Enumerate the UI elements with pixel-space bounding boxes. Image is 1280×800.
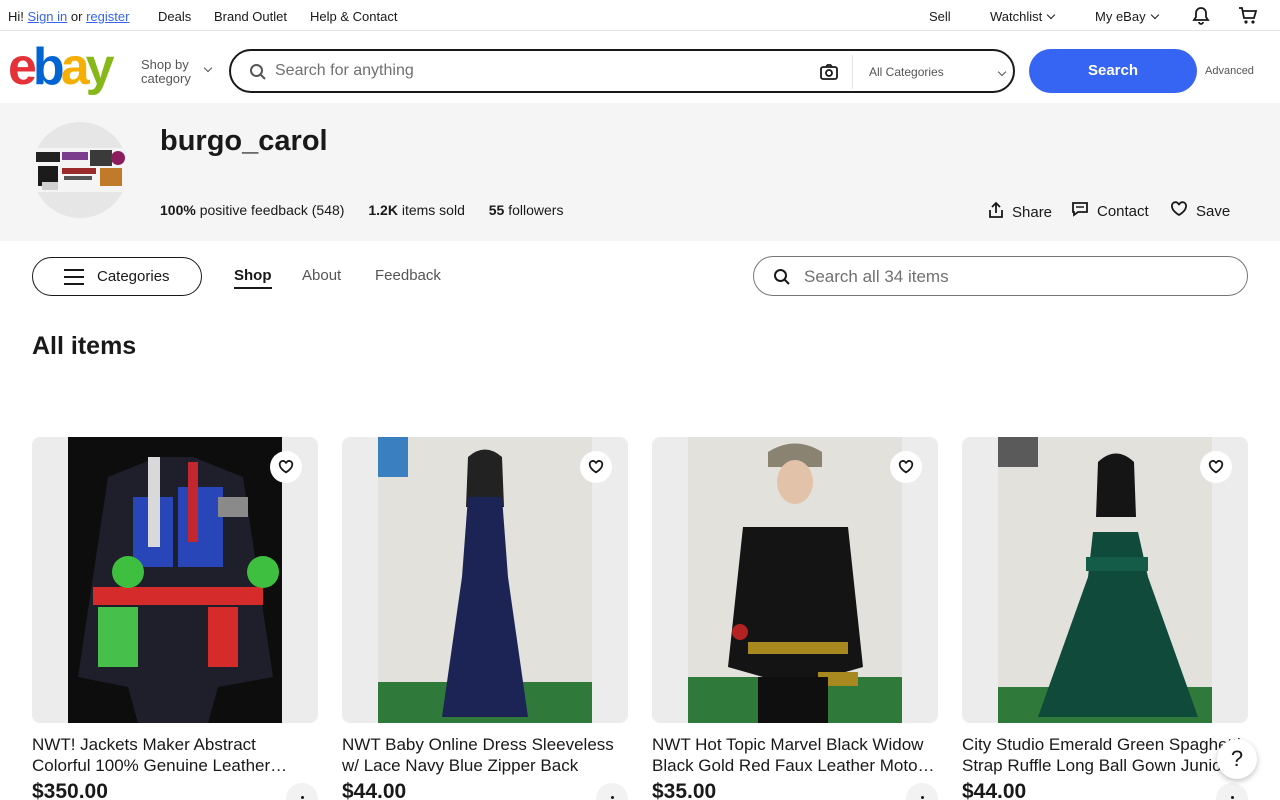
advanced-search-link[interactable]: Advanced bbox=[1205, 65, 1254, 77]
more-options-button[interactable] bbox=[596, 783, 628, 800]
top-utility-bar: Hi! Sign in or register Deals Brand Outl… bbox=[0, 0, 1280, 31]
contact-button[interactable]: Contact bbox=[1071, 201, 1149, 221]
heart-icon bbox=[898, 460, 914, 474]
share-button[interactable]: Share bbox=[988, 201, 1052, 223]
share-icon bbox=[988, 201, 1004, 223]
listing-price: $350.00 bbox=[32, 780, 108, 800]
watch-button[interactable] bbox=[890, 451, 922, 483]
deals-link[interactable]: Deals bbox=[158, 9, 191, 24]
feedback-value: 100% bbox=[160, 202, 196, 218]
watch-button[interactable] bbox=[270, 451, 302, 483]
categories-button[interactable]: Categories bbox=[32, 257, 202, 296]
seller-stats: 100% positive feedback (548) 1.2K items … bbox=[160, 202, 583, 218]
listing-image[interactable] bbox=[342, 437, 628, 723]
greeting-text: Hi! bbox=[8, 9, 24, 24]
my-ebay-menu[interactable]: My eBay bbox=[1095, 9, 1159, 24]
search-input[interactable]: Search for anything bbox=[275, 62, 414, 80]
search-divider bbox=[852, 55, 853, 89]
cart-icon[interactable] bbox=[1238, 6, 1258, 29]
heart-icon bbox=[588, 460, 604, 474]
my-ebay-label: My eBay bbox=[1095, 9, 1146, 24]
tab-shop[interactable]: Shop bbox=[234, 267, 272, 289]
help-contact-link[interactable]: Help & Contact bbox=[310, 9, 397, 24]
sell-link[interactable]: Sell bbox=[929, 9, 951, 24]
category-select-value: All Categories bbox=[869, 65, 944, 79]
heart-icon bbox=[1208, 460, 1224, 474]
items-sold-text: items sold bbox=[401, 202, 465, 218]
chevron-down-icon bbox=[1150, 10, 1159, 20]
message-icon bbox=[1071, 201, 1089, 221]
listing-price: $35.00 bbox=[652, 780, 717, 800]
listing-price: $44.00 bbox=[962, 780, 1027, 800]
category-label: category bbox=[141, 71, 191, 86]
listing-card[interactable]: NWT Baby Online Dress Sleeveless w/ Lace… bbox=[342, 437, 628, 800]
or-text: or bbox=[70, 9, 83, 24]
listing-card[interactable]: City Studio Emerald Green Spaghetti Stra… bbox=[962, 437, 1248, 800]
logo-letter-y: y bbox=[85, 38, 115, 96]
save-label: Save bbox=[1196, 202, 1231, 220]
listing-image[interactable] bbox=[962, 437, 1248, 723]
store-search-bar: Search all 34 items bbox=[753, 256, 1248, 296]
followers-stat: 55 followers bbox=[489, 202, 564, 218]
logo-letter-b: b bbox=[32, 38, 65, 96]
watchlist-menu[interactable]: Watchlist bbox=[990, 9, 1056, 24]
save-seller-button[interactable]: Save bbox=[1170, 201, 1230, 221]
listing-card[interactable]: NWT Hot Topic Marvel Black Widow Black G… bbox=[652, 437, 938, 800]
help-button[interactable]: ? bbox=[1217, 739, 1257, 779]
chevron-down-icon bbox=[1047, 10, 1056, 20]
listing-title[interactable]: NWT! Jackets Maker Abstract Colorful 100… bbox=[32, 734, 318, 776]
brand-outlet-link[interactable]: Brand Outlet bbox=[214, 9, 287, 24]
logo-letter-a: a bbox=[60, 38, 90, 96]
chevron-down-icon bbox=[203, 63, 213, 73]
sign-in-link[interactable]: Sign in bbox=[28, 9, 68, 24]
register-link[interactable]: register bbox=[86, 9, 129, 24]
contact-label: Contact bbox=[1097, 202, 1149, 220]
tab-about[interactable]: About bbox=[302, 267, 341, 284]
followers-text: followers bbox=[508, 202, 564, 218]
followers-value: 55 bbox=[488, 202, 505, 218]
logo-letter-e: e bbox=[8, 38, 37, 96]
tab-feedback[interactable]: Feedback bbox=[375, 267, 441, 284]
more-options-button[interactable] bbox=[286, 783, 318, 800]
items-sold-value: 1.2K bbox=[368, 202, 398, 218]
seller-banner: burgo_carol 100% positive feedback (548)… bbox=[0, 103, 1280, 241]
shop-by-category-button[interactable]: Shop by category bbox=[141, 57, 213, 86]
ebay-logo[interactable]: ebay bbox=[8, 38, 115, 96]
listing-price: $44.00 bbox=[342, 780, 407, 800]
seller-name[interactable]: burgo_carol bbox=[160, 125, 328, 158]
heart-icon bbox=[1170, 201, 1188, 221]
listing-title[interactable]: NWT Baby Online Dress Sleeveless w/ Lace… bbox=[342, 734, 628, 776]
section-title: All items bbox=[32, 332, 137, 360]
search-button[interactable]: Search bbox=[1029, 49, 1197, 93]
feedback-text: positive feedback (548) bbox=[199, 202, 345, 218]
watch-button[interactable] bbox=[1200, 451, 1232, 483]
store-search-input[interactable]: Search all 34 items bbox=[804, 267, 949, 287]
listing-image[interactable] bbox=[32, 437, 318, 723]
feedback-stat[interactable]: 100% positive feedback (548) bbox=[160, 202, 344, 218]
greeting: Hi! Sign in or register bbox=[8, 9, 129, 24]
watchlist-label: Watchlist bbox=[990, 9, 1043, 24]
search-icon bbox=[249, 63, 267, 86]
header: ebay Shop by category Search for anythin… bbox=[0, 31, 1280, 103]
listing-image[interactable] bbox=[652, 437, 938, 723]
more-options-button[interactable] bbox=[1216, 783, 1248, 800]
share-label: Share bbox=[1012, 203, 1053, 221]
bell-icon[interactable] bbox=[1191, 6, 1211, 29]
watch-button[interactable] bbox=[580, 451, 612, 483]
items-sold-stat: 1.2K items sold bbox=[368, 202, 465, 218]
listing-card[interactable]: NWT! Jackets Maker Abstract Colorful 100… bbox=[32, 437, 318, 800]
search-bar: Search for anything All Categories bbox=[229, 49, 1015, 93]
listing-title[interactable]: City Studio Emerald Green Spaghetti Stra… bbox=[962, 734, 1248, 776]
more-options-button[interactable] bbox=[906, 783, 938, 800]
category-select[interactable]: All Categories bbox=[869, 65, 1007, 79]
menu-icon bbox=[64, 269, 84, 285]
heart-icon bbox=[278, 460, 294, 474]
chevron-down-icon bbox=[997, 67, 1007, 77]
shop-by-label: Shop by bbox=[141, 57, 189, 72]
seller-avatar bbox=[32, 122, 128, 218]
listing-title[interactable]: NWT Hot Topic Marvel Black Widow Black G… bbox=[652, 734, 938, 776]
search-icon bbox=[773, 268, 791, 291]
camera-icon[interactable] bbox=[819, 63, 839, 86]
categories-label: Categories bbox=[97, 268, 170, 285]
